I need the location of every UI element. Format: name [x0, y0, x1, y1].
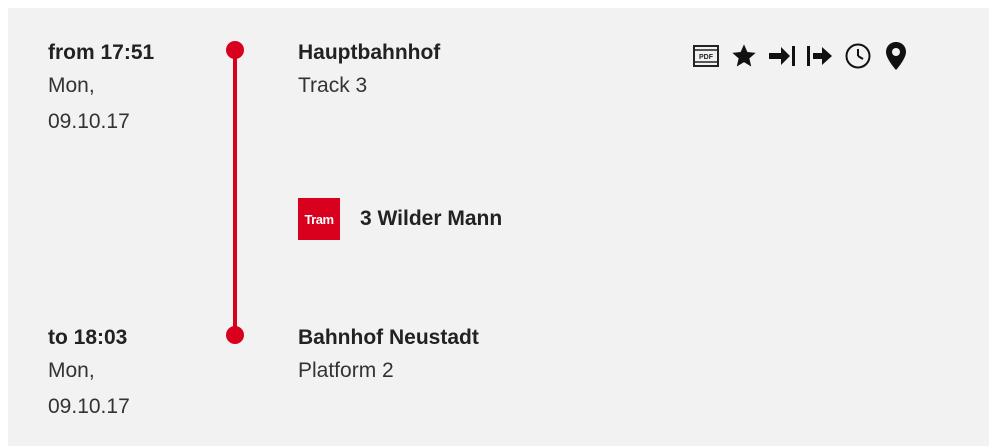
arrival-stop-dot — [226, 326, 244, 344]
line-name[interactable]: 3 Wilder Mann — [360, 207, 502, 231]
arrival-date: 09.10.17 — [48, 395, 130, 418]
arrival-station-name[interactable]: Bahnhof Neustadt — [298, 323, 678, 353]
arrival-weekday: Mon, — [48, 359, 95, 382]
arrival-platform: Platform 2 — [298, 359, 394, 382]
departure-weekday: Mon, — [48, 74, 95, 97]
action-toolbar: PDF — [691, 41, 911, 71]
departure-station-name[interactable]: Hauptbahnhof — [298, 38, 678, 68]
departure-platform: Track 3 — [298, 74, 368, 97]
tram-icon: Tram — [298, 198, 340, 240]
clock-icon[interactable] — [843, 41, 873, 71]
departure-date: 09.10.17 — [48, 110, 130, 133]
departure-station-block: Hauptbahnhof Track 3 — [298, 38, 678, 104]
transport-leg[interactable]: Tram 3 Wilder Mann — [298, 198, 502, 240]
arrival-time: to 18:03 — [48, 326, 128, 349]
arrival-station-block: Bahnhof Neustadt Platform 2 — [298, 323, 678, 389]
pdf-icon[interactable]: PDF — [691, 41, 721, 71]
map-pin-icon[interactable] — [881, 41, 911, 71]
connection-detail-panel: from 17:51 Mon, 09.10.17 Hauptbahnhof Tr… — [8, 8, 989, 446]
arrival-time-block: to 18:03 Mon, 09.10.17 — [48, 323, 218, 425]
arrow-to-bar-icon[interactable] — [767, 41, 797, 71]
bar-arrow-icon[interactable] — [805, 41, 835, 71]
star-icon[interactable] — [729, 41, 759, 71]
departure-time: from 17:51 — [48, 41, 155, 64]
departure-stop-dot — [226, 41, 244, 59]
pdf-label: PDF — [699, 54, 714, 61]
route-line — [233, 49, 237, 334]
departure-time-block: from 17:51 Mon, 09.10.17 — [48, 38, 218, 140]
